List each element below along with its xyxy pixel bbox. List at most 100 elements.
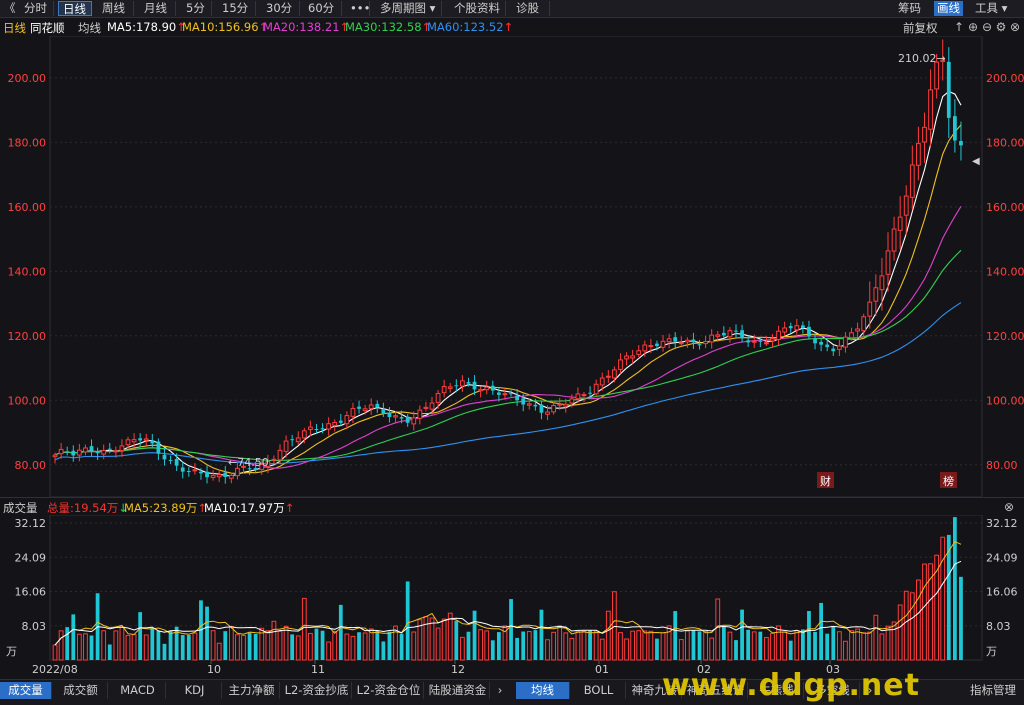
- candle-body-up: [922, 126, 927, 143]
- tab-l2-position[interactable]: L2-资金仓位: [354, 682, 424, 699]
- volume-bar-up: [709, 637, 715, 661]
- volume-chart[interactable]: 32.1224.0916.068.03 32.1224.0916.068.03 …: [0, 515, 1024, 679]
- indicator-manage-button[interactable]: 指标管理: [964, 682, 1022, 699]
- ma5-value: MA5:178.90↑: [107, 20, 186, 34]
- ma-label[interactable]: 均线: [78, 20, 101, 36]
- candle-body-up: [849, 332, 854, 339]
- scroll-right-icon[interactable]: ›: [492, 682, 508, 699]
- candle-body-up: [836, 345, 842, 350]
- volume-bar-down: [65, 627, 70, 660]
- tab-30min[interactable]: 30分: [262, 1, 300, 16]
- candle-body-down: [490, 385, 495, 391]
- tab-boll[interactable]: BOLL: [572, 682, 626, 699]
- current-price-pointer-icon: ◀: [972, 156, 980, 167]
- volume-bar-up: [429, 617, 435, 661]
- candle-body-up: [934, 61, 940, 90]
- candle-body-up: [429, 402, 435, 410]
- tab-northbound[interactable]: 陆股通资金: [426, 682, 490, 699]
- tools-dropdown[interactable]: 工具 ▾: [975, 1, 1007, 16]
- tab-kdj[interactable]: KDJ: [168, 682, 222, 699]
- close-icon[interactable]: ⊗: [1002, 500, 1016, 514]
- kline-chart[interactable]: 200.00 180.00 160.00 140.00 120.00 100.00 80.0…: [0, 36, 1024, 497]
- draw-line-button[interactable]: 画线: [934, 1, 963, 16]
- tab-monthly[interactable]: 月线: [140, 1, 176, 16]
- candle-body-down: [387, 412, 392, 417]
- volume-bar-down: [454, 620, 459, 660]
- tools-label: 工具: [975, 1, 998, 15]
- volume-bar-up: [83, 633, 88, 661]
- volume-bar-down: [314, 628, 319, 660]
- candle-body-up: [557, 403, 563, 406]
- candle-body-up: [648, 345, 654, 348]
- chip-distribution-button[interactable]: 筹码: [898, 1, 921, 16]
- volume-bar-down: [89, 635, 94, 660]
- finance-marker[interactable]: 财: [820, 474, 831, 488]
- volume-bar-down: [253, 633, 258, 660]
- tab-60min[interactable]: 60分: [304, 1, 342, 16]
- volume-ma5: MA5:23.89万↑: [124, 500, 207, 516]
- volume-bar-down: [247, 632, 252, 660]
- multi-period-dropdown[interactable]: 多周期图 ▾: [376, 1, 442, 16]
- list-marker[interactable]: 榜: [943, 474, 954, 488]
- volume-bar-up: [648, 630, 654, 661]
- volume-bar-up: [599, 638, 605, 661]
- stock-name: 同花顺: [30, 21, 65, 35]
- zoom-in-icon[interactable]: ⊕: [966, 20, 980, 34]
- volume-bar-up: [897, 604, 903, 661]
- candle-body-down: [71, 450, 76, 456]
- stock-profile-button[interactable]: 个股资料: [450, 1, 506, 16]
- tab-15min[interactable]: 15分: [218, 1, 256, 16]
- settings-icon[interactable]: ⚙: [994, 20, 1008, 34]
- tab-5min[interactable]: 5分: [182, 1, 212, 16]
- volume-bar-up: [125, 634, 131, 661]
- volume-bar-up: [308, 632, 313, 661]
- collapse-icon[interactable]: 《: [0, 1, 18, 16]
- diagnose-button[interactable]: 诊股: [512, 1, 550, 16]
- close-icon[interactable]: ⊗: [1008, 20, 1022, 34]
- volume-bar-up: [630, 630, 636, 661]
- candle-body-down: [162, 454, 167, 460]
- volume-bar-up: [295, 635, 301, 661]
- tab-main-net[interactable]: 主力净额: [224, 682, 280, 699]
- volume-bar-up: [922, 563, 927, 661]
- volume-bar-down: [150, 627, 155, 660]
- tab-volume[interactable]: 成交量: [0, 682, 52, 699]
- up-arrow-icon[interactable]: ↑: [952, 20, 966, 34]
- tab-l2-bottom[interactable]: L2-资金抄底: [282, 682, 352, 699]
- candle-body-up: [703, 341, 708, 345]
- y-tick-label: 80.00: [15, 459, 47, 472]
- volume-bar-up: [277, 630, 283, 661]
- volume-bar-down: [186, 635, 191, 660]
- candle-body-up: [101, 450, 107, 455]
- volume-bar-down: [539, 609, 544, 660]
- volume-bar-up: [143, 634, 149, 661]
- volume-bar-up: [642, 630, 648, 661]
- candle-body-up: [879, 275, 885, 291]
- volume-bar-up: [344, 633, 350, 661]
- volume-bar-up: [228, 626, 234, 661]
- tab-ma[interactable]: 均线: [516, 682, 570, 699]
- tab-macd[interactable]: MACD: [110, 682, 166, 699]
- ma30-text: MA30:132.58: [345, 20, 422, 34]
- tab-daily[interactable]: 日线: [58, 1, 92, 16]
- date-tick-label: 2022/08: [32, 663, 78, 676]
- tab-weekly[interactable]: 周线: [98, 1, 134, 16]
- volume-bar-up: [776, 625, 781, 661]
- adjust-mode-button[interactable]: 前复权: [903, 20, 938, 36]
- candle-body-up: [58, 448, 64, 455]
- candle-body-down: [65, 451, 70, 453]
- candle-body-up: [301, 430, 307, 439]
- candle-body-down: [515, 395, 520, 401]
- candle-body-down: [819, 341, 824, 345]
- zoom-out-icon[interactable]: ⊖: [980, 20, 994, 34]
- volume-bar-up: [885, 625, 891, 661]
- tab-turnover[interactable]: 成交额: [54, 682, 108, 699]
- more-periods-button[interactable]: •••: [346, 1, 370, 16]
- date-tick-label: 12: [451, 663, 465, 676]
- candle-body-down: [807, 326, 811, 337]
- candle-body-down: [205, 471, 209, 478]
- candle-body-down: [746, 340, 751, 343]
- candle-body-up: [684, 339, 690, 343]
- candle-body-up: [928, 89, 933, 130]
- tab-intraday[interactable]: 分时: [20, 1, 54, 16]
